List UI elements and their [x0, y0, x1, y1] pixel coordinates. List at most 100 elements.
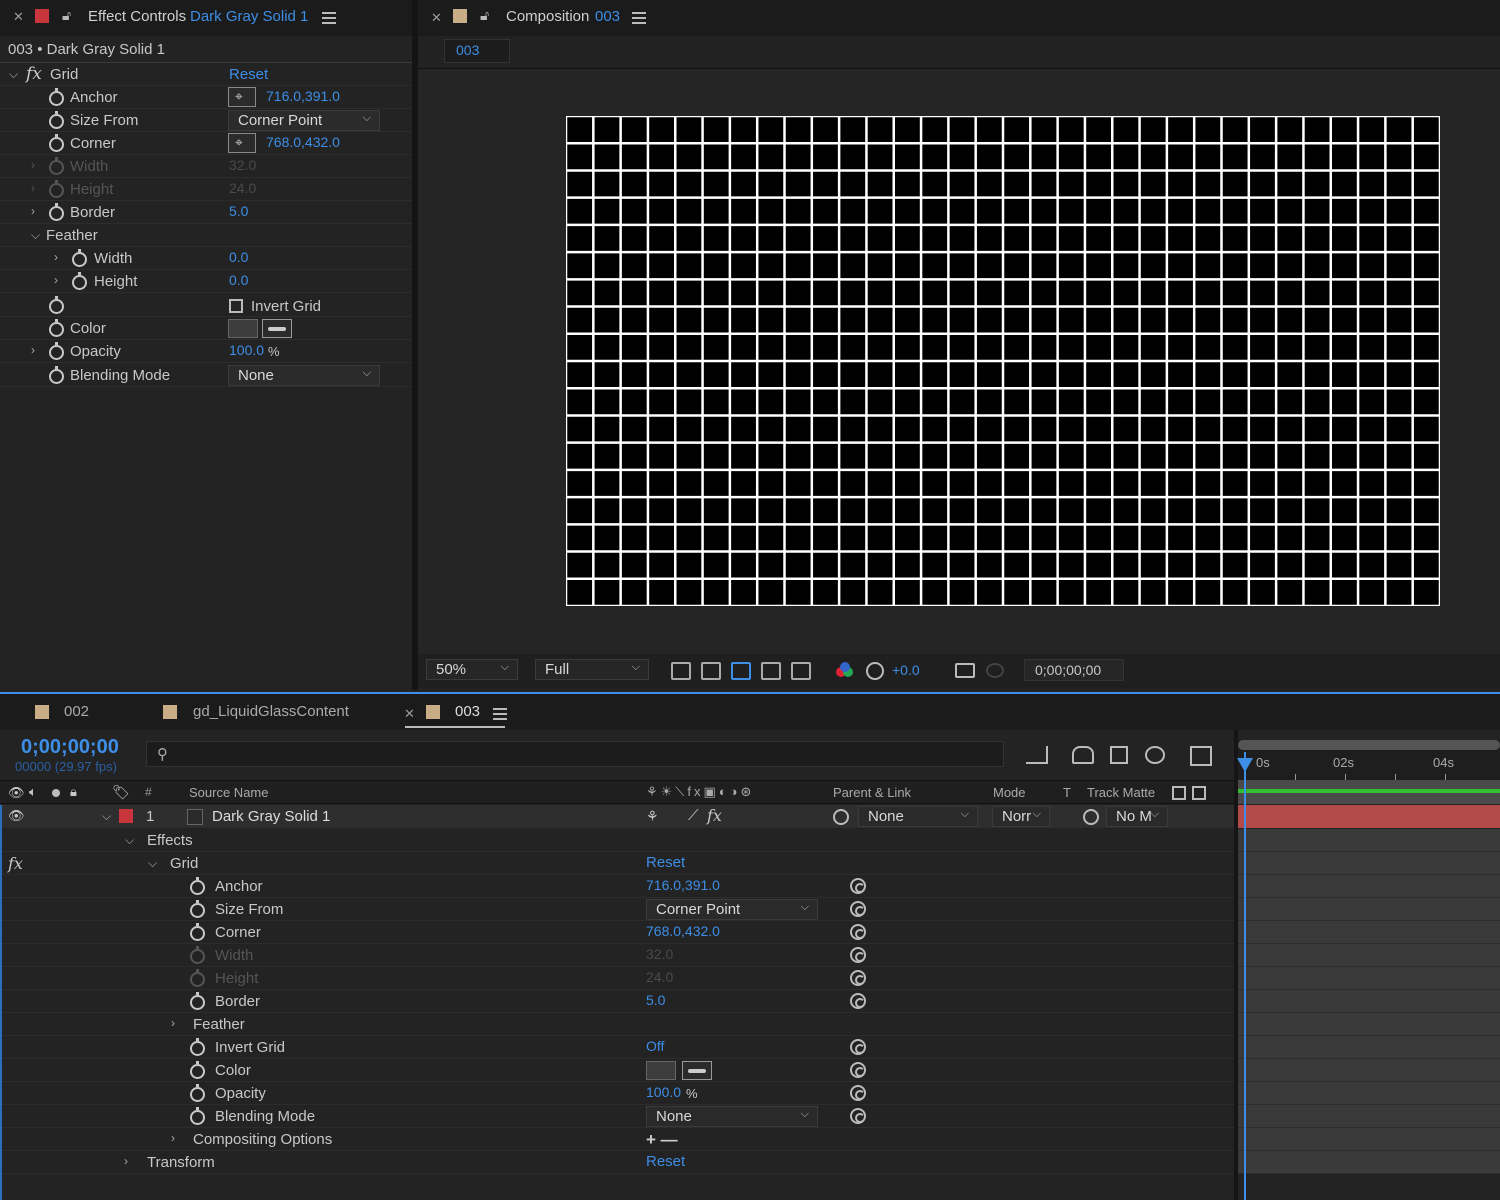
corner-value[interactable]: 768.0,432.0 — [266, 134, 340, 150]
motion-blur-icon[interactable] — [1145, 746, 1165, 764]
transform-row[interactable]: › Transform Reset — [0, 1151, 1234, 1174]
frame-blending-icon[interactable] — [1110, 746, 1128, 764]
color-swatch[interactable] — [228, 319, 258, 338]
expression-spiral-icon[interactable] — [850, 993, 866, 1009]
panel-menu-icon[interactable] — [322, 12, 336, 24]
comp-flowchart-icon[interactable] — [1026, 746, 1048, 764]
effect-row-grid[interactable]: ⌵ fx Grid Reset — [0, 63, 412, 86]
shy-layers-icon[interactable] — [1072, 746, 1094, 764]
reset-link[interactable]: Reset — [229, 66, 268, 83]
expression-spiral-icon[interactable] — [850, 1062, 866, 1078]
stopwatch-icon[interactable] — [190, 1107, 205, 1125]
exposure-value[interactable]: +0.0 — [892, 662, 920, 678]
stopwatch-icon[interactable] — [190, 1061, 205, 1079]
stopwatch-icon[interactable] — [72, 272, 87, 290]
playhead-line[interactable] — [1244, 752, 1246, 1200]
color-channels-icon[interactable] — [836, 662, 854, 680]
chevron-down-icon[interactable]: ⌵ — [125, 833, 134, 848]
composition-viewer[interactable] — [418, 68, 1500, 654]
expression-spiral-icon[interactable] — [850, 1039, 866, 1055]
invert-grid-checkbox[interactable] — [229, 299, 243, 313]
chevron-down-icon[interactable]: ⌵ — [31, 228, 40, 243]
layer-duration-bar[interactable] — [1238, 805, 1500, 828]
timeline-tab-002[interactable]: 002 — [64, 703, 89, 720]
border-value[interactable]: 5.0 — [646, 992, 665, 1008]
mode-dropdown[interactable]: Norr ⌵ — [992, 806, 1050, 827]
fx-icon[interactable]: fx — [8, 854, 23, 873]
column-mode[interactable]: Mode — [993, 785, 1026, 800]
grid-canvas[interactable] — [566, 116, 1440, 606]
fx-icon[interactable]: fx — [707, 806, 722, 825]
show-snapshot-icon[interactable] — [986, 663, 1004, 678]
work-area-bar[interactable] — [1238, 780, 1500, 804]
stopwatch-icon[interactable] — [190, 923, 205, 941]
fx-icon[interactable]: fx — [26, 64, 42, 84]
panel-menu-icon[interactable] — [632, 12, 646, 24]
panel-menu-icon[interactable] — [493, 708, 507, 720]
feather-width-value[interactable]: 0.0 — [229, 249, 248, 265]
column-t[interactable]: T — [1063, 785, 1071, 800]
chevron-right-icon[interactable]: › — [124, 1154, 128, 1168]
effect-controls-tab-title[interactable]: Effect Controls — [88, 8, 186, 25]
audio-icon[interactable]: 🔈︎ — [29, 784, 37, 800]
parent-dropdown[interactable]: None ⌵ — [858, 806, 978, 827]
mask-path-icon[interactable] — [731, 662, 751, 680]
timeline-timecode[interactable]: 0;00;00;00 — [21, 736, 119, 759]
chevron-right-icon[interactable]: › — [171, 1131, 175, 1145]
stopwatch-icon[interactable] — [49, 203, 64, 221]
stopwatch-icon[interactable] — [49, 342, 64, 360]
timeline-tab-gd-liquidglass[interactable]: gd_LiquidGlassContent — [193, 703, 349, 720]
graph-editor-icon[interactable] — [1190, 746, 1212, 766]
chevron-right-icon[interactable]: › — [54, 273, 58, 287]
matte-toggle-icon[interactable] — [1172, 786, 1186, 800]
close-tab-icon[interactable]: ✕ — [404, 706, 415, 722]
quality-switch-icon[interactable]: ⟋ — [688, 807, 699, 824]
chevron-right-icon[interactable]: › — [31, 181, 35, 195]
effect-controls-tab-layer[interactable]: Dark Gray Solid 1 — [190, 8, 308, 25]
eyedropper-icon[interactable] — [262, 319, 292, 338]
expression-spiral-icon[interactable] — [850, 878, 866, 894]
add-remove-mask-buttons[interactable]: + — — [646, 1130, 678, 1150]
timeline-tab-003[interactable]: 003 — [455, 703, 480, 720]
stopwatch-icon[interactable] — [49, 366, 64, 384]
close-tab-icon[interactable]: ✕ — [13, 9, 24, 25]
color-swatch[interactable] — [646, 1061, 676, 1080]
blending-mode-dropdown[interactable]: None ⌵ — [646, 1106, 818, 1127]
resolution-dropdown[interactable]: Full ⌵ — [535, 659, 649, 680]
invert-value[interactable]: Off — [646, 1038, 664, 1054]
transparency-grid-icon[interactable] — [701, 662, 721, 680]
stopwatch-icon[interactable] — [49, 319, 64, 337]
feather-height-value[interactable]: 0.0 — [229, 272, 248, 288]
expression-spiral-icon[interactable] — [850, 970, 866, 986]
composition-tab-name[interactable]: 003 — [595, 8, 620, 25]
layer-color-label[interactable] — [119, 809, 133, 823]
stopwatch-icon[interactable] — [49, 111, 64, 129]
stopwatch-icon[interactable] — [190, 900, 205, 918]
lock-icon[interactable]: 🔓︎ — [480, 7, 489, 24]
expression-spiral-icon[interactable] — [850, 901, 866, 917]
chevron-down-icon[interactable]: ⌵ — [148, 856, 157, 871]
reset-link[interactable]: Reset — [646, 1153, 685, 1170]
eyedropper-icon[interactable] — [682, 1061, 712, 1080]
opacity-value[interactable]: 100.0 — [646, 1084, 681, 1100]
composition-tab-title[interactable]: Composition — [506, 8, 589, 25]
eye-icon[interactable]: 👁︎ — [8, 785, 25, 801]
pick-whip-icon[interactable] — [833, 809, 849, 825]
time-ruler[interactable]: 0s 02s 04s — [1238, 740, 1500, 780]
fast-previews-icon[interactable] — [671, 662, 691, 680]
eye-icon[interactable]: 👁︎ — [8, 808, 25, 824]
stopwatch-icon[interactable] — [49, 88, 64, 106]
reset-link[interactable]: Reset — [646, 854, 685, 871]
anchor-value[interactable]: 716.0,391.0 — [266, 88, 340, 104]
tl-prop-compositing-options[interactable]: › Compositing Options + — — [0, 1128, 1234, 1151]
close-tab-icon[interactable]: ✕ — [431, 10, 442, 26]
opacity-value[interactable]: 100.0 — [229, 342, 264, 358]
stopwatch-icon[interactable] — [190, 1038, 205, 1056]
expression-spiral-icon[interactable] — [850, 947, 866, 963]
blending-mode-dropdown[interactable]: None ⌵ — [228, 365, 380, 386]
stopwatch-icon[interactable] — [72, 249, 87, 267]
chevron-down-icon[interactable]: ⌵ — [102, 809, 111, 824]
layer-row[interactable]: 👁︎ ⌵ 1 Dark Gray Solid 1 ⚘ ⟋ fx None ⌵ N… — [0, 805, 1234, 828]
navigator-bar[interactable] — [1238, 740, 1500, 750]
border-value[interactable]: 5.0 — [229, 203, 248, 219]
